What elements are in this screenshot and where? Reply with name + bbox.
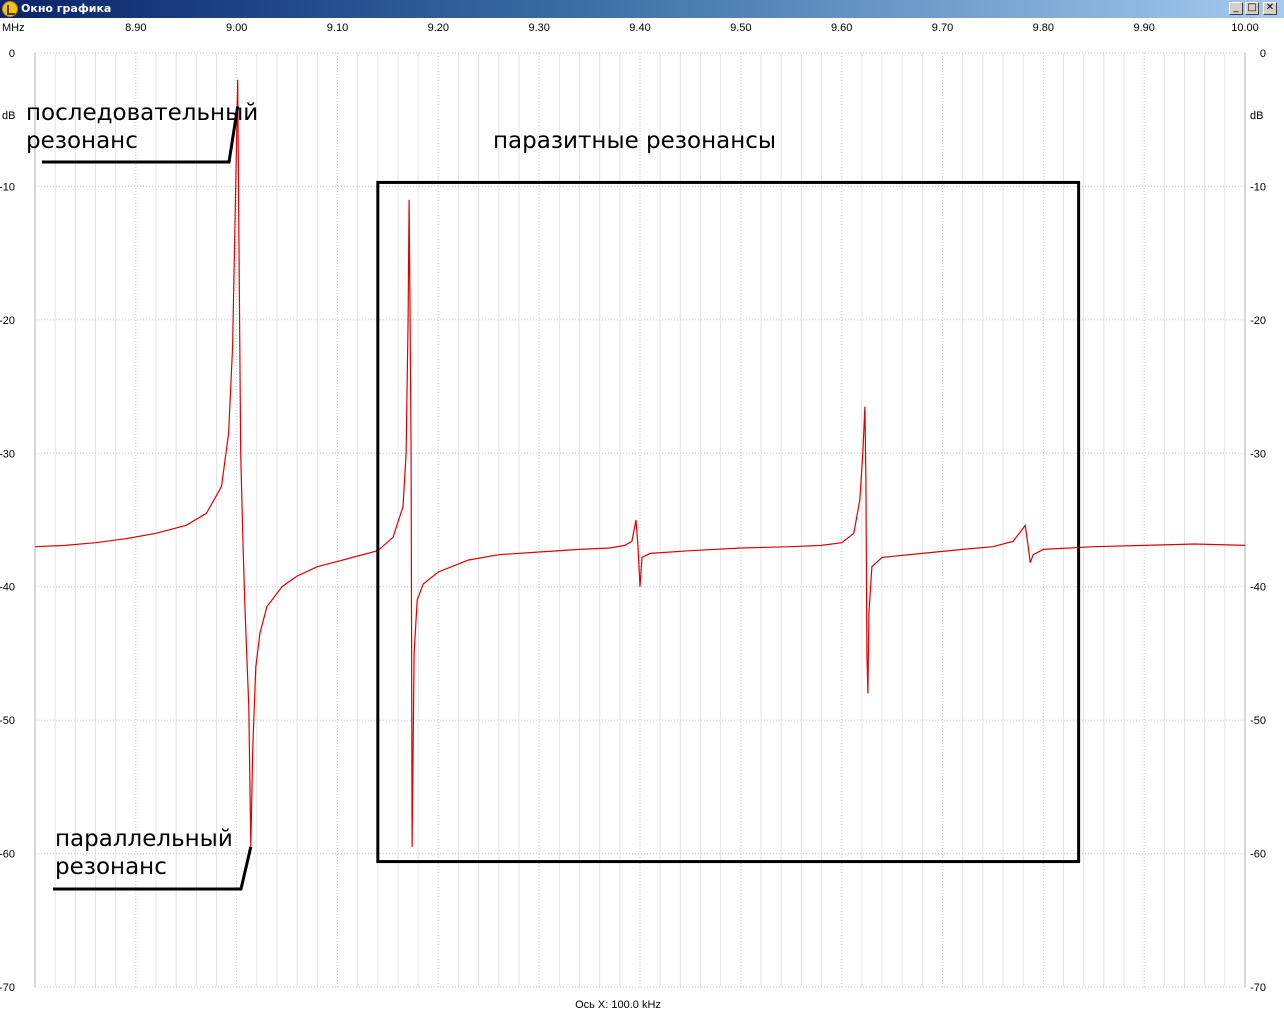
y-tick-label-right: -20: [1250, 315, 1266, 327]
window-title: Окно графика: [21, 2, 112, 15]
y-tick-label-left: -70: [0, 982, 15, 994]
oscilloscope-app-icon: [2, 1, 18, 17]
y-tick-label-right: -70: [1250, 982, 1266, 994]
y-tick-label-right: -10: [1250, 181, 1266, 193]
y-tick-label-right: -60: [1250, 849, 1266, 861]
y-tick-label-left: -60: [0, 849, 15, 861]
y-tick-label-left: -30: [0, 448, 15, 460]
y-tick-label-right: -50: [1250, 715, 1266, 727]
x-tick-label: 9.50: [730, 22, 751, 34]
y-tick-label-right: -40: [1250, 582, 1266, 594]
x-tick-label: 9.40: [629, 22, 650, 34]
window-titlebar[interactable]: Окно графика _ □ ✕: [0, 0, 1284, 18]
annotation-series-resonance-line1: последовательный: [26, 100, 258, 126]
y-unit-label-left: dB: [2, 110, 15, 122]
y-tick-label-left: 0: [9, 48, 15, 60]
maximize-button[interactable]: □: [1245, 2, 1259, 15]
x-axis-label: Ось X: 100.0 kHz: [575, 999, 661, 1011]
y-tick-label-left: -40: [0, 582, 15, 594]
x-tick-label: 9.10: [327, 22, 348, 34]
y-unit-label-right: dB: [1250, 110, 1263, 122]
y-tick-label-left: -50: [0, 715, 15, 727]
x-tick-label: 9.70: [932, 22, 953, 34]
y-tick-label-left: -20: [0, 315, 15, 327]
x-tick-label: 9.80: [1033, 22, 1054, 34]
x-tick-label: 9.90: [1133, 22, 1154, 34]
annotation-series-resonance-line2: резонанс: [26, 128, 138, 154]
minimize-button[interactable]: _: [1229, 2, 1243, 15]
annotation-spurious-resonances-label: паразитные резонансы: [493, 128, 776, 154]
y-tick-label-right: 0: [1260, 48, 1266, 60]
x-tick-label: 8.90: [125, 22, 146, 34]
x-tick-label: 9.20: [428, 22, 449, 34]
x-tick-label: 9.60: [831, 22, 852, 34]
x-tick-label: 10.00: [1231, 22, 1259, 34]
x-tick-label: 9.30: [528, 22, 549, 34]
chart-plot[interactable]: 8.90 9.00 9.10 9.20 9.30 9.40 9.50 9.60 9.70 9.80…: [0, 18, 1284, 1024]
y-tick-label-right: -30: [1250, 448, 1266, 460]
close-button[interactable]: ✕: [1263, 2, 1277, 15]
annotation-spurious-resonances-box: [376, 180, 1081, 864]
x-tick-label: 9.00: [226, 22, 247, 34]
x-unit-label: MHz: [2, 22, 25, 34]
y-tick-label-left: -10: [0, 181, 15, 193]
annotation-parallel-resonance-line2: резонанс: [55, 854, 167, 880]
annotation-parallel-resonance-line1: параллельный: [55, 826, 233, 852]
